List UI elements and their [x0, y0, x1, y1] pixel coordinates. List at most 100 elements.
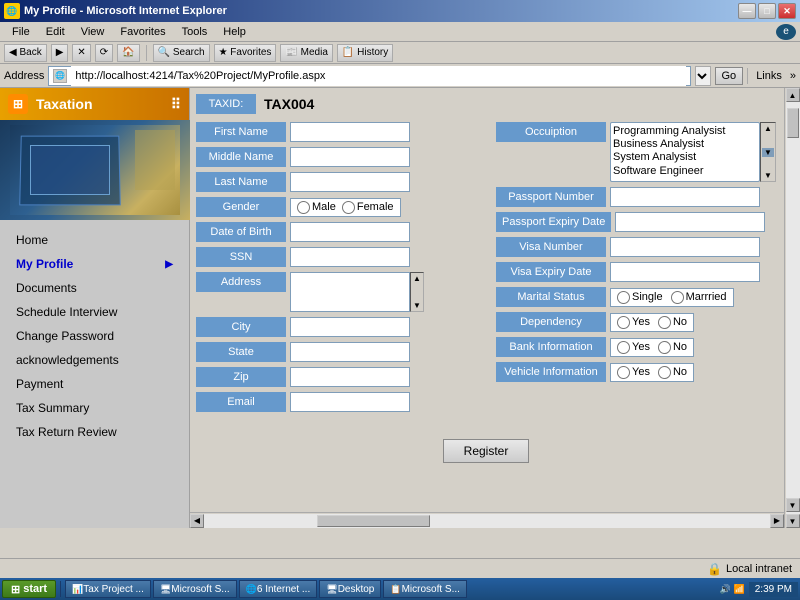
passport-number-label: Passport Number — [496, 187, 606, 207]
media-button[interactable]: 📰 Media — [280, 44, 332, 62]
menu-tools[interactable]: Tools — [174, 24, 216, 40]
intranet-icon: 🔒 — [707, 562, 722, 576]
back-button[interactable]: ◀ Back — [4, 44, 47, 62]
state-row: State — [196, 342, 476, 362]
history-button[interactable]: 📋 History — [337, 44, 393, 62]
scroll-thumb[interactable] — [787, 108, 799, 138]
occ-scroll-btn[interactable]: ▼ — [762, 148, 774, 157]
gender-male-option[interactable]: Male — [297, 201, 336, 214]
marital-married-option[interactable]: Marrried — [671, 291, 727, 304]
occupation-option-2[interactable]: System Analysist — [613, 151, 757, 164]
visa-number-input[interactable] — [610, 237, 760, 257]
links-expand[interactable]: » — [790, 70, 796, 82]
passport-number-input[interactable] — [610, 187, 760, 207]
bank-yes-radio[interactable] — [617, 341, 630, 354]
menu-favorites[interactable]: Favorites — [112, 24, 173, 40]
email-input[interactable] — [290, 392, 410, 412]
bank-no-radio[interactable] — [658, 341, 671, 354]
vehicle-yes-radio[interactable] — [617, 366, 630, 379]
first-name-input[interactable] — [290, 122, 410, 142]
close-button[interactable]: ✕ — [778, 3, 796, 19]
scroll-up-button[interactable]: ▲ — [786, 88, 800, 102]
ssn-input[interactable] — [290, 247, 410, 267]
taskbar-item-desktop[interactable]: 🖥 Desktop — [319, 580, 381, 598]
nav-acknowledgements[interactable]: acknowledgements — [0, 348, 189, 372]
go-button[interactable]: Go — [715, 67, 744, 85]
scroll-down-button[interactable]: ▼ — [786, 498, 800, 512]
favorites-button[interactable]: ★ Favorites — [214, 44, 277, 62]
vehicle-no-radio[interactable] — [658, 366, 671, 379]
first-name-row: First Name — [196, 122, 476, 142]
marital-married-radio[interactable] — [671, 291, 684, 304]
city-input[interactable] — [290, 317, 410, 337]
bank-yes-option[interactable]: Yes — [617, 341, 650, 354]
passport-expiry-input[interactable] — [615, 212, 765, 232]
sidebar-nav: Home My Profile ▶ Documents Schedule Int… — [0, 220, 189, 528]
taskbar-item-ms2[interactable]: 📋 Microsoft S... — [383, 580, 467, 598]
refresh-button[interactable]: ⟳ — [95, 44, 113, 62]
dob-input[interactable] — [290, 222, 410, 242]
bank-no-option[interactable]: No — [658, 341, 687, 354]
dependency-label: Dependency — [496, 312, 606, 332]
taskbar-item-tax[interactable]: 📊 Tax Project ... — [65, 580, 151, 598]
scroll-right-button[interactable]: ▶ — [770, 514, 784, 528]
occupation-option-3[interactable]: Software Engineer — [613, 165, 757, 178]
scroll-bottom-button[interactable]: ▼ — [786, 514, 800, 528]
menu-view[interactable]: View — [73, 24, 113, 40]
scroll-h-thumb[interactable] — [317, 515, 430, 527]
passport-number-row: Passport Number — [496, 187, 776, 207]
register-button[interactable]: Register — [443, 439, 530, 463]
vehicle-yes-option[interactable]: Yes — [617, 366, 650, 379]
occupation-select[interactable]: Programming Analysist Business Analysist… — [610, 122, 760, 182]
gender-female-option[interactable]: Female — [342, 201, 394, 214]
forward-button[interactable]: ▶ — [51, 44, 69, 62]
nav-change-password[interactable]: Change Password — [0, 324, 189, 348]
dependency-yes-option[interactable]: Yes — [617, 316, 650, 329]
nav-tax-return-review[interactable]: Tax Return Review — [0, 420, 189, 444]
occupation-option-1[interactable]: Business Analysist — [613, 138, 757, 151]
taskbar-item-ms1[interactable]: 🖥 Microsoft S... — [153, 580, 237, 598]
taskbar-item-ie[interactable]: 🌐 6 Internet ... — [239, 580, 318, 598]
visa-expiry-input[interactable] — [610, 262, 760, 282]
occupation-scrollbar: ▲ ▼ ▼ — [760, 122, 776, 182]
nav-schedule-interview[interactable]: Schedule Interview — [0, 300, 189, 324]
dependency-yes-radio[interactable] — [617, 316, 630, 329]
occ-scroll-down[interactable]: ▼ — [762, 171, 774, 180]
marital-single-radio[interactable] — [617, 291, 630, 304]
nav-home[interactable]: Home — [0, 228, 189, 252]
occupation-row: Occuiption Programming Analysist Busines… — [496, 122, 776, 182]
vehicle-no-option[interactable]: No — [658, 366, 687, 379]
nav-payment[interactable]: Payment — [0, 372, 189, 396]
state-input[interactable] — [290, 342, 410, 362]
nav-tax-summary[interactable]: Tax Summary — [0, 396, 189, 420]
minimize-button[interactable]: — — [738, 3, 756, 19]
gender-male-radio[interactable] — [297, 201, 310, 214]
zip-input[interactable] — [290, 367, 410, 387]
nav-documents[interactable]: Documents — [0, 276, 189, 300]
menu-edit[interactable]: Edit — [38, 24, 73, 40]
address-scroll-down[interactable]: ▼ — [412, 301, 422, 310]
address-input[interactable] — [290, 272, 410, 312]
stop-button[interactable]: ✕ — [72, 44, 90, 62]
first-name-label: First Name — [196, 122, 286, 142]
menu-help[interactable]: Help — [215, 24, 254, 40]
menu-file[interactable]: File — [4, 24, 38, 40]
address-dropdown[interactable] — [695, 66, 711, 86]
scroll-left-button[interactable]: ◀ — [190, 514, 204, 528]
occ-scroll-up[interactable]: ▲ — [762, 124, 774, 133]
sidebar-move[interactable]: ⠿ — [171, 96, 181, 113]
marital-single-option[interactable]: Single — [617, 291, 663, 304]
search-button[interactable]: 🔍 Search — [153, 44, 210, 62]
middle-name-input[interactable] — [290, 147, 410, 167]
maximize-button[interactable]: □ — [758, 3, 776, 19]
gender-female-radio[interactable] — [342, 201, 355, 214]
occupation-option-0[interactable]: Programming Analysist — [613, 125, 757, 138]
last-name-input[interactable] — [290, 172, 410, 192]
nav-myprofile[interactable]: My Profile ▶ — [0, 252, 189, 276]
start-button[interactable]: ⊞ start — [2, 580, 56, 598]
dependency-no-option[interactable]: No — [658, 316, 687, 329]
home-button[interactable]: 🏠 — [117, 44, 139, 62]
address-scroll-up[interactable]: ▲ — [412, 274, 422, 283]
dependency-no-radio[interactable] — [658, 316, 671, 329]
address-input[interactable] — [71, 66, 685, 86]
